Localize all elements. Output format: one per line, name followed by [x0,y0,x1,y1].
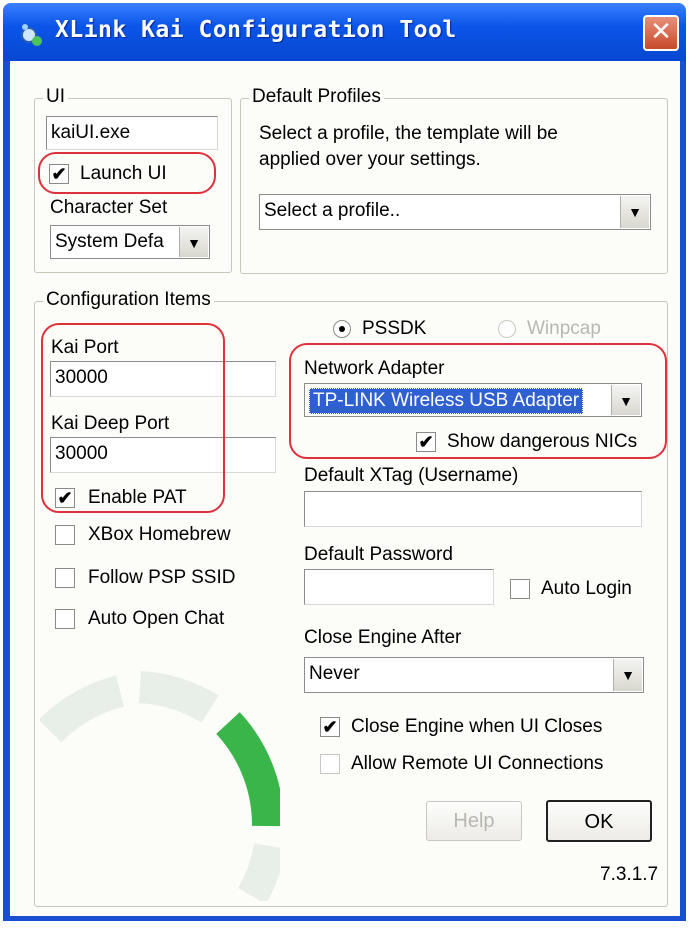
pssdk-radio[interactable] [333,320,351,338]
chevron-down-icon[interactable]: ▼ [620,196,649,228]
password-label: Default Password [304,544,453,565]
xtag-input[interactable] [304,491,642,527]
kai-deep-port-label: Kai Deep Port [51,413,170,434]
launch-ui-checkbox[interactable]: ✔ [49,164,69,184]
password-input[interactable] [304,569,494,605]
charset-label: Character Set [50,197,168,218]
profiles-description-line1: Select a profile, the template will be [259,123,558,144]
network-adapter-value: TP-LINK Wireless USB Adapter [309,388,584,414]
xlink-logo-watermark [40,671,280,901]
ui-exe-input[interactable]: kaiUI.exe [46,116,218,150]
chevron-down-icon[interactable]: ▼ [179,227,208,257]
profile-select[interactable]: Select a profile.. ▼ [259,194,651,230]
allow-remote-label: Allow Remote UI Connections [351,753,604,774]
network-adapter-label: Network Adapter [304,358,445,379]
chevron-down-icon[interactable]: ▼ [611,385,640,415]
close-engine-value: Never [309,663,360,684]
follow-psp-ssid-label: Follow PSP SSID [88,567,236,588]
follow-psp-ssid-checkbox[interactable] [55,568,75,588]
auto-open-chat-checkbox[interactable] [55,609,75,629]
enable-pat-label: Enable PAT [88,487,187,508]
launch-ui-label: Launch UI [80,163,167,184]
charset-select[interactable]: System Defa ▼ [50,225,210,259]
version-label: 7.3.1.7 [600,864,659,885]
help-button[interactable]: Help [426,801,522,841]
profiles-group-legend: Default Profiles [249,85,384,109]
config-group-legend: Configuration Items [43,288,214,312]
close-icon[interactable]: ✕ [643,15,679,51]
ui-group-legend: UI [43,85,68,109]
close-engine-ui-checkbox[interactable]: ✔ [320,717,340,737]
enable-pat-checkbox[interactable]: ✔ [55,488,75,508]
winpcap-label: Winpcap [527,318,601,339]
winpcap-radio[interactable] [498,320,516,338]
auto-login-label: Auto Login [541,578,632,599]
auto-login-checkbox[interactable] [510,579,530,599]
profile-value: Select a profile.. [264,200,401,221]
xbox-homebrew-label: XBox Homebrew [88,524,231,545]
xbox-homebrew-checkbox[interactable] [55,525,75,545]
dialog-body: UI kaiUI.exe ✔ Launch UI Character Set S… [10,61,680,916]
radio-selected-dot [339,326,345,332]
show-dangerous-nics-checkbox[interactable]: ✔ [416,432,436,452]
auto-open-chat-label: Auto Open Chat [88,608,225,629]
profiles-description-line2: applied over your settings. [259,149,481,170]
chevron-down-icon[interactable]: ▼ [613,659,642,691]
window-title: XLink Kai Configuration Tool [55,17,457,43]
app-icon [21,24,42,46]
network-adapter-select[interactable]: TP-LINK Wireless USB Adapter ▼ [304,383,642,417]
show-dangerous-nics-label: Show dangerous NICs [447,431,638,452]
kai-deep-port-input[interactable]: 30000 [50,437,276,473]
kai-port-label: Kai Port [51,337,119,358]
close-engine-ui-label: Close Engine when UI Closes [351,716,603,737]
pssdk-label: PSSDK [362,318,427,339]
app-window: XLink Kai Configuration Tool ✕ UI kaiUI.… [3,3,686,921]
allow-remote-checkbox[interactable] [320,754,340,774]
close-engine-label: Close Engine After [304,627,462,648]
title-bar[interactable]: XLink Kai Configuration Tool ✕ [3,3,686,61]
close-engine-select[interactable]: Never ▼ [304,657,644,693]
kai-port-input[interactable]: 30000 [50,361,276,397]
xtag-label: Default XTag (Username) [304,465,519,486]
charset-value: System Defa [55,231,164,252]
ok-button[interactable]: OK [546,800,652,842]
